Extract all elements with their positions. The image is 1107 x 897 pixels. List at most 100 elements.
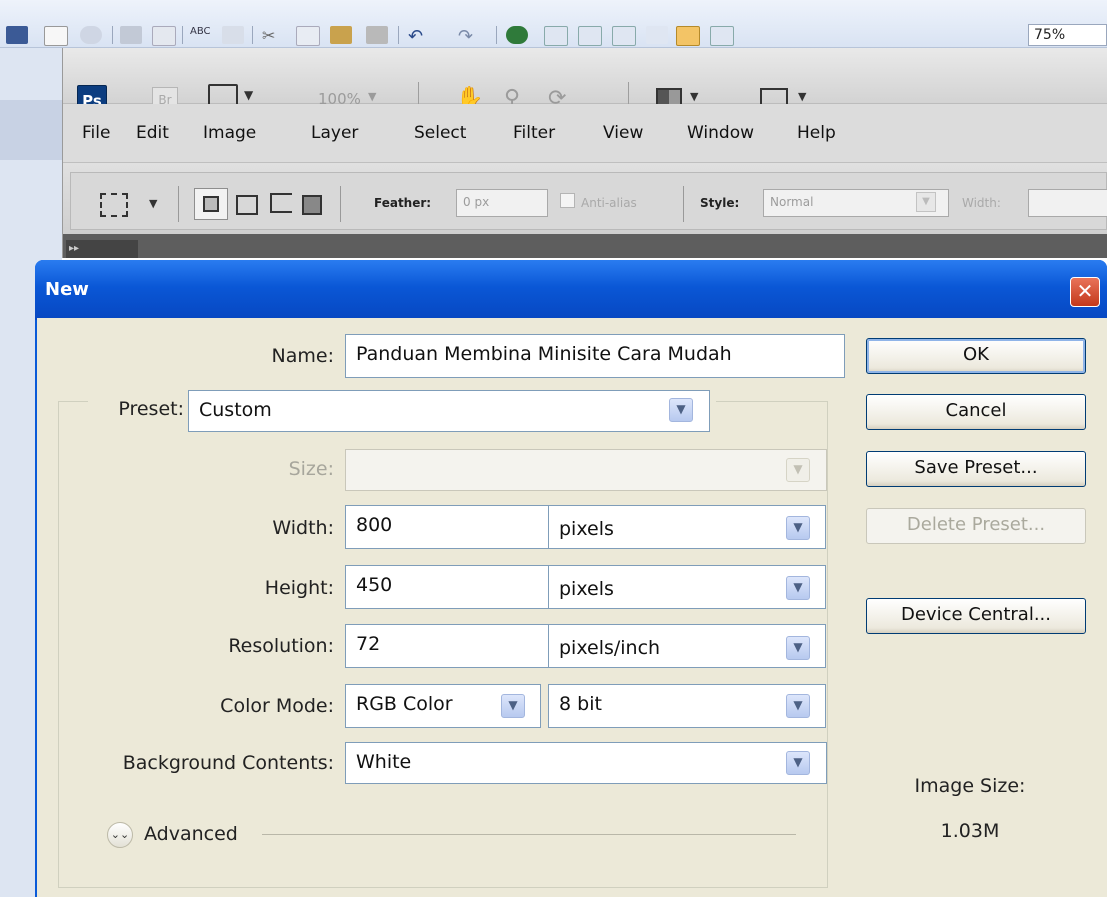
chevron-down-icon[interactable]: ▼ xyxy=(786,576,810,600)
undo-icon[interactable]: ↶ xyxy=(408,26,430,47)
chevron-down-icon[interactable]: ▼ xyxy=(149,197,157,210)
chevron-down-icon[interactable]: ▼ xyxy=(786,751,810,775)
chevron-down-icon[interactable]: ▼ xyxy=(368,90,376,103)
copy-icon[interactable] xyxy=(296,26,320,46)
cut-icon[interactable]: ✂ xyxy=(262,26,284,45)
chevron-down-icon[interactable]: ▼ xyxy=(786,694,810,718)
width-input[interactable]: 800 xyxy=(345,505,553,549)
chevron-down-icon: ▼ xyxy=(786,458,810,482)
name-input[interactable]: Panduan Membina Minisite Cara Mudah xyxy=(345,334,845,378)
cancel-button[interactable]: Cancel xyxy=(866,394,1086,430)
style-label: Style: xyxy=(700,196,740,210)
close-button[interactable]: ✕ xyxy=(1070,277,1100,307)
background-app-panel xyxy=(0,100,62,160)
menu-filter[interactable]: Filter xyxy=(513,123,555,143)
intersect-selection-icon[interactable] xyxy=(302,195,322,215)
new-document-icon[interactable] xyxy=(44,26,68,46)
height-label: Height: xyxy=(264,577,334,599)
menu-edit[interactable]: Edit xyxy=(136,123,169,143)
menu-file[interactable]: File xyxy=(82,123,110,143)
device-central-button[interactable]: Device Central... xyxy=(866,598,1086,634)
group-border xyxy=(58,401,88,402)
width-unit-select[interactable]: pixels xyxy=(548,505,826,549)
advanced-toggle-button[interactable]: ⌄⌄ xyxy=(107,822,133,848)
feather-input[interactable]: 0 px xyxy=(456,189,548,217)
print-icon[interactable] xyxy=(120,26,142,44)
rectangular-marquee-icon[interactable] xyxy=(100,193,128,217)
color-mode-label: Color Mode: xyxy=(220,695,334,717)
insert-excel-icon[interactable] xyxy=(612,26,636,46)
height-input[interactable]: 450 xyxy=(345,565,553,609)
menu-view[interactable]: View xyxy=(603,123,643,143)
double-chevron-down-icon: ⌄⌄ xyxy=(110,828,130,841)
chevron-down-icon[interactable]: ▼ xyxy=(690,90,698,103)
drawing-icon[interactable] xyxy=(676,26,700,46)
preset-label: Preset: xyxy=(92,398,184,420)
columns-icon[interactable] xyxy=(646,26,668,44)
chevron-down-icon[interactable]: ▼ xyxy=(786,516,810,540)
toolbar-separator xyxy=(112,26,113,44)
width-input[interactable] xyxy=(1028,189,1107,217)
research-icon[interactable] xyxy=(222,26,244,44)
resolution-unit-select[interactable]: pixels/inch xyxy=(548,624,826,668)
resolution-input[interactable]: 72 xyxy=(345,624,553,668)
image-size-label: Image Size: xyxy=(914,775,1026,797)
save-preset-button[interactable]: Save Preset... xyxy=(866,451,1086,487)
subtract-selection-icon[interactable] xyxy=(270,193,292,213)
width-label: Width: xyxy=(272,517,334,539)
toolbar-separator xyxy=(182,26,183,44)
anti-alias-label: Anti-alias xyxy=(581,196,637,210)
menu-window[interactable]: Window xyxy=(687,123,754,143)
preset-select[interactable]: Custom xyxy=(188,390,710,432)
document-map-icon[interactable] xyxy=(710,26,734,46)
insert-table-icon[interactable] xyxy=(578,26,602,46)
menu-select[interactable]: Select xyxy=(414,123,466,143)
ok-button[interactable]: OK xyxy=(866,338,1086,374)
dialog-title-bar xyxy=(35,260,1107,320)
background-contents-label: Background Contents: xyxy=(122,752,334,774)
save-icon[interactable] xyxy=(6,26,28,44)
toolbar-separator xyxy=(683,186,684,222)
redo-icon[interactable]: ↷ xyxy=(458,26,480,47)
chevron-down-icon[interactable]: ▼ xyxy=(786,636,810,660)
office-toolbar: ABC ✂ ↶ ↷ 75% xyxy=(0,0,1107,48)
new-selection-icon xyxy=(203,196,219,212)
height-unit-select[interactable]: pixels xyxy=(548,565,826,609)
advanced-label: Advanced xyxy=(144,823,238,845)
toolbar-separator xyxy=(398,26,399,44)
print-preview-icon[interactable] xyxy=(152,26,176,46)
tables-icon[interactable] xyxy=(544,26,568,46)
chevron-down-icon[interactable]: ▼ xyxy=(501,694,525,718)
group-border xyxy=(716,401,828,402)
background-contents-select[interactable]: White xyxy=(345,742,827,784)
hyperlink-icon[interactable] xyxy=(506,26,528,44)
bit-depth-select[interactable]: 8 bit xyxy=(548,684,826,728)
menu-help[interactable]: Help xyxy=(797,123,836,143)
feather-label: Feather: xyxy=(374,196,432,210)
menu-image[interactable]: Image xyxy=(203,123,256,143)
chevron-down-icon[interactable]: ▼ xyxy=(798,90,806,103)
paste-icon[interactable] xyxy=(330,26,352,44)
zoom-input[interactable]: 75% xyxy=(1028,24,1107,46)
delete-preset-button: Delete Preset... xyxy=(866,508,1086,544)
toolbar-separator xyxy=(178,186,179,222)
toolbar-separator xyxy=(340,186,341,222)
close-icon: ✕ xyxy=(1076,279,1094,303)
panel-expand-button[interactable]: ▸▸ xyxy=(66,240,138,258)
chevron-down-icon[interactable]: ▼ xyxy=(244,88,253,102)
format-painter-icon[interactable] xyxy=(366,26,388,44)
chevron-down-icon[interactable]: ▼ xyxy=(916,192,936,212)
toolbar-separator xyxy=(252,26,253,44)
menu-layer[interactable]: Layer xyxy=(311,123,358,143)
chevron-down-icon[interactable]: ▼ xyxy=(669,398,693,422)
advanced-divider xyxy=(262,834,796,835)
spelling-icon[interactable]: ABC xyxy=(190,26,212,44)
dialog-title: New xyxy=(45,279,89,300)
add-to-selection-icon[interactable] xyxy=(236,195,258,215)
name-label: Name: xyxy=(271,345,334,367)
size-label: Size: xyxy=(288,458,334,480)
toolbar-separator xyxy=(496,26,497,44)
permission-icon[interactable] xyxy=(80,26,102,44)
size-select xyxy=(345,449,827,491)
anti-alias-checkbox[interactable] xyxy=(560,193,575,208)
